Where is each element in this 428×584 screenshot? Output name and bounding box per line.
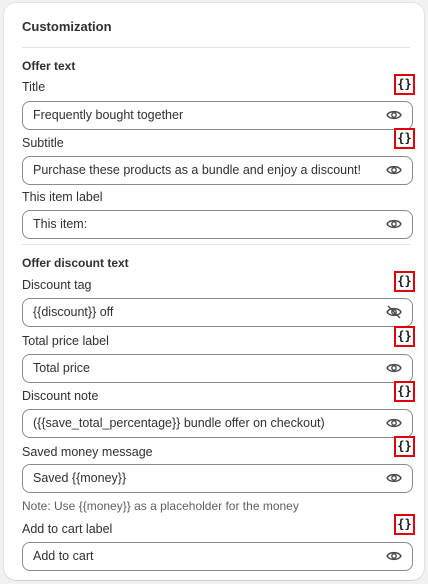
eye-icon[interactable] bbox=[386, 361, 402, 375]
saved-money-note: Note: Use {{money}} as a placeholder for… bbox=[22, 499, 299, 513]
section-title-offer-text: Offer text bbox=[22, 59, 76, 73]
divider bbox=[22, 244, 410, 245]
eye-icon[interactable] bbox=[386, 217, 402, 231]
total-price-label: Total price label bbox=[22, 334, 109, 348]
item-label-field[interactable]: This item: bbox=[22, 210, 413, 239]
title-field-value: Frequently bought together bbox=[33, 108, 184, 122]
eye-icon[interactable] bbox=[386, 108, 402, 122]
eye-icon[interactable] bbox=[386, 471, 402, 485]
subtitle-field[interactable]: Purchase these products as a bundle and … bbox=[22, 156, 413, 185]
discount-note-field[interactable]: ({{save_total_percentage}} bundle offer … bbox=[22, 409, 413, 438]
eye-icon[interactable] bbox=[386, 549, 402, 563]
title-field[interactable]: Frequently bought together bbox=[22, 101, 413, 130]
divider bbox=[22, 47, 410, 48]
discount-tag-field[interactable]: {{discount}} off bbox=[22, 298, 413, 327]
add-to-cart-field-value: Add to cart bbox=[33, 549, 94, 563]
add-to-cart-field[interactable]: Add to cart bbox=[22, 542, 413, 571]
add-to-cart-label: Add to cart label bbox=[22, 522, 113, 536]
saved-money-field-value: Saved {{money}} bbox=[33, 471, 127, 485]
subtitle-label: Subtitle bbox=[22, 136, 64, 150]
saved-money-field[interactable]: Saved {{money}} bbox=[22, 464, 413, 493]
total-price-variable-button[interactable]: {} bbox=[394, 326, 415, 347]
saved-money-label: Saved money message bbox=[22, 445, 153, 459]
add-to-cart-variable-button[interactable]: {} bbox=[394, 514, 415, 535]
discount-tag-variable-button[interactable]: {} bbox=[394, 271, 415, 292]
subtitle-field-value: Purchase these products as a bundle and … bbox=[33, 163, 361, 177]
discount-note-variable-button[interactable]: {} bbox=[394, 381, 415, 402]
discount-tag-label: Discount tag bbox=[22, 278, 92, 292]
discount-tag-field-value: {{discount}} off bbox=[33, 305, 114, 319]
eye-off-icon[interactable] bbox=[386, 305, 402, 319]
saved-money-variable-button[interactable]: {} bbox=[394, 436, 415, 457]
customization-card: Customization Offer text Title {} Freque… bbox=[4, 3, 424, 580]
title-variable-button[interactable]: {} bbox=[394, 74, 415, 95]
eye-icon[interactable] bbox=[386, 163, 402, 177]
discount-note-field-value: ({{save_total_percentage}} bundle offer … bbox=[33, 416, 325, 430]
section-title-offer-discount-text: Offer discount text bbox=[22, 256, 129, 270]
card-title: Customization bbox=[22, 19, 112, 34]
eye-icon[interactable] bbox=[386, 416, 402, 430]
item-label-label: This item label bbox=[22, 190, 103, 204]
total-price-field-value: Total price bbox=[33, 361, 90, 375]
title-label: Title bbox=[22, 80, 46, 94]
item-label-field-value: This item: bbox=[33, 217, 88, 231]
total-price-field[interactable]: Total price bbox=[22, 354, 413, 383]
discount-note-label: Discount note bbox=[22, 389, 99, 403]
subtitle-variable-button[interactable]: {} bbox=[394, 128, 415, 149]
